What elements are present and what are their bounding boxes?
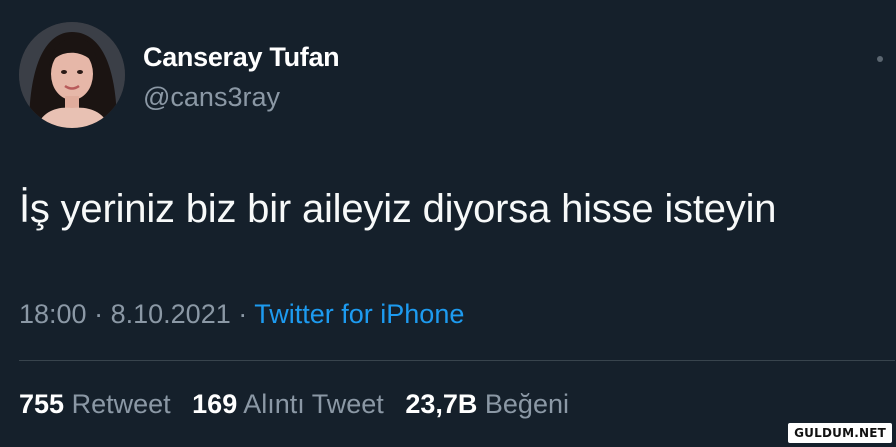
- more-options-icon[interactable]: [877, 56, 883, 62]
- author-handle[interactable]: @cans3ray: [143, 80, 280, 114]
- quote-stat[interactable]: 169 Alıntı Tweet: [192, 389, 384, 419]
- quote-count: 169: [192, 389, 238, 419]
- avatar[interactable]: [19, 22, 125, 128]
- tweet-source-link[interactable]: Twitter for iPhone: [254, 299, 464, 329]
- meta-separator: ·: [238, 299, 248, 329]
- retweet-label: Retweet: [71, 389, 171, 419]
- quote-label: Alıntı Tweet: [243, 389, 384, 419]
- profile-photo-icon: [19, 22, 125, 128]
- tweet-time[interactable]: 18:00: [19, 299, 87, 329]
- tweet-card: Canseray Tufan @cans3ray İş yeriniz biz …: [0, 0, 896, 447]
- like-stat[interactable]: 23,7B Beğeni: [405, 389, 569, 419]
- like-count: 23,7B: [405, 389, 478, 419]
- tweet-stats: 755 Retweet 169 Alıntı Tweet 23,7B Beğen…: [19, 386, 583, 422]
- tweet-text: İş yeriniz biz bir aileyiz diyorsa hisse…: [19, 187, 777, 231]
- like-label: Beğeni: [484, 389, 569, 419]
- author-display-name[interactable]: Canseray Tufan: [143, 40, 340, 74]
- tweet-date[interactable]: 8.10.2021: [111, 299, 231, 329]
- retweet-count: 755: [19, 389, 65, 419]
- watermark: GULDUM.NET: [788, 423, 892, 443]
- divider: [19, 360, 895, 361]
- retweet-stat[interactable]: 755 Retweet: [19, 389, 171, 419]
- meta-separator: ·: [94, 299, 104, 329]
- tweet-meta: 18:00 · 8.10.2021 · Twitter for iPhone: [19, 296, 464, 332]
